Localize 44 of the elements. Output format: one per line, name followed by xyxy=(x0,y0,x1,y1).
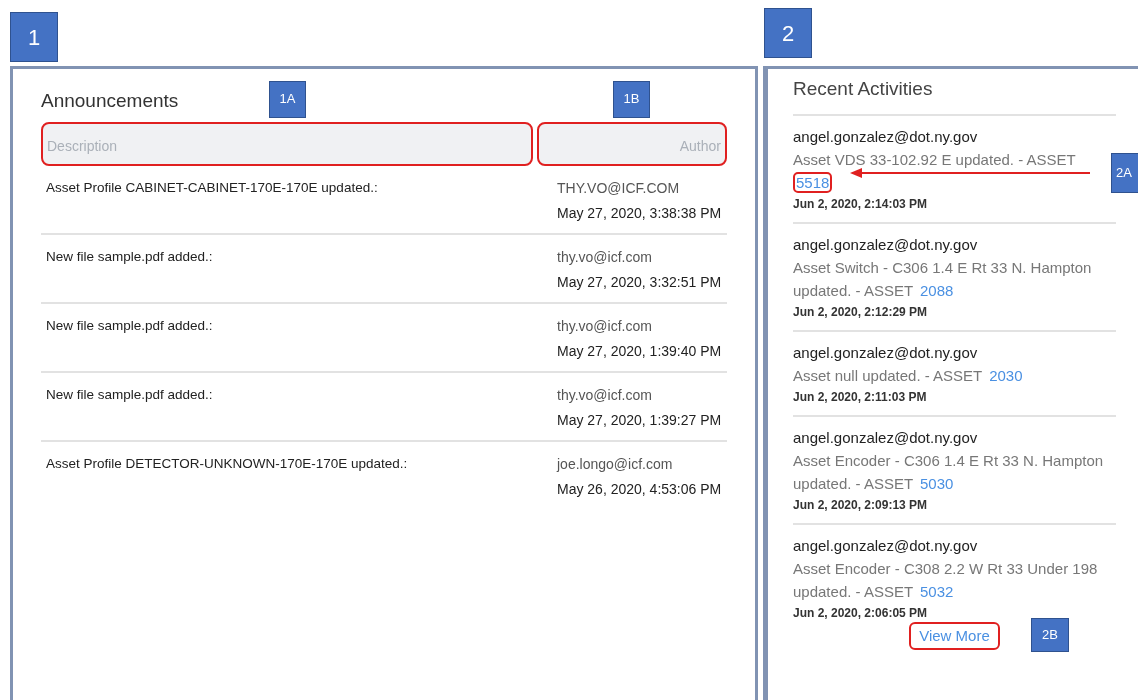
description-cell-text: Asset Profile CABINET-CABINET-170E-170E updated.: xyxy=(45,178,379,197)
activity-date: Jun 2, 2020, 2:14:03 PM xyxy=(793,195,929,213)
asset-link[interactable]: 2030 xyxy=(986,364,1026,386)
panel-title: Announcements xyxy=(41,89,179,113)
description-cell-text: Asset Profile DETECTOR-UNKNOWN-170E-170E updated.: xyxy=(45,454,409,473)
activity-date: Jun 2, 2020, 2:09:13 PM xyxy=(793,496,929,514)
callout-label: 2A xyxy=(1111,152,1138,193)
callout-label: 1B xyxy=(613,80,650,118)
panel-title: Recent Activities xyxy=(793,75,1116,116)
callout-label: 2 xyxy=(764,8,812,58)
description-cell-text: New file sample.pdf added.: xyxy=(45,316,214,335)
activity-text: Asset Encoder - C306 1.4 E Rt 33 N. Hampton updated. - ASSET 5030 xyxy=(793,450,1105,495)
callout-label: 1A xyxy=(269,80,306,118)
author-cell-text: thy.vo@icf.com xyxy=(557,316,653,336)
asset-link[interactable]: 5032 xyxy=(917,580,957,602)
activity-date: Jun 2, 2020, 2:06:05 PM xyxy=(793,604,929,622)
arrow-icon xyxy=(850,167,1090,178)
activity-text: Asset Encoder - C308 2.2 W Rt 33 Under 198 updated. - ASSET 5032 xyxy=(793,558,1099,603)
callout-label: 2B xyxy=(1031,617,1069,652)
author-cell-text: thy.vo@icf.com xyxy=(557,247,653,267)
date-cell-text: May 27, 2020, 3:32:51 PM xyxy=(557,272,723,292)
activity-date: Jun 2, 2020, 2:12:29 PM xyxy=(793,303,929,321)
callout-label: 1 xyxy=(10,12,58,62)
date-cell-text: May 27, 2020, 1:39:27 PM xyxy=(557,410,723,430)
activity-user: angel.gonzalez@dot.ny.gov xyxy=(793,535,979,556)
activity-user: angel.gonzalez@dot.ny.gov xyxy=(793,234,979,255)
activity-user: angel.gonzalez@dot.ny.gov xyxy=(793,126,979,147)
date-cell-text: May 26, 2020, 4:53:06 PM xyxy=(557,479,723,499)
activity-user: angel.gonzalez@dot.ny.gov xyxy=(793,342,979,363)
asset-link[interactable]: 5518 xyxy=(793,171,833,193)
asset-link[interactable]: 5030 xyxy=(917,472,957,494)
activity-date: Jun 2, 2020, 2:11:03 PM xyxy=(793,388,928,406)
author-cell-text: THY.VO@ICF.COM xyxy=(557,178,681,198)
description-cell-text: New file sample.pdf added.: xyxy=(45,247,214,266)
activity-user: angel.gonzalez@dot.ny.gov xyxy=(793,427,979,448)
author-cell-text: thy.vo@icf.com xyxy=(557,385,653,405)
date-cell-text: May 27, 2020, 3:38:38 PM xyxy=(557,203,723,223)
author-cell-text: joe.longo@icf.com xyxy=(557,454,674,474)
asset-link[interactable]: 2088 xyxy=(917,279,957,301)
activity-text: Asset null updated. - ASSET 2030 xyxy=(793,363,1116,387)
description-cell-text: New file sample.pdf added.: xyxy=(45,385,214,404)
activity-text: Asset Switch - C306 1.4 E Rt 33 N. Hampton updated. - ASSET 2088 xyxy=(793,257,1093,302)
view-more-link[interactable]: View More xyxy=(909,621,1000,650)
date-cell-text: May 27, 2020, 1:39:40 PM xyxy=(557,341,723,361)
